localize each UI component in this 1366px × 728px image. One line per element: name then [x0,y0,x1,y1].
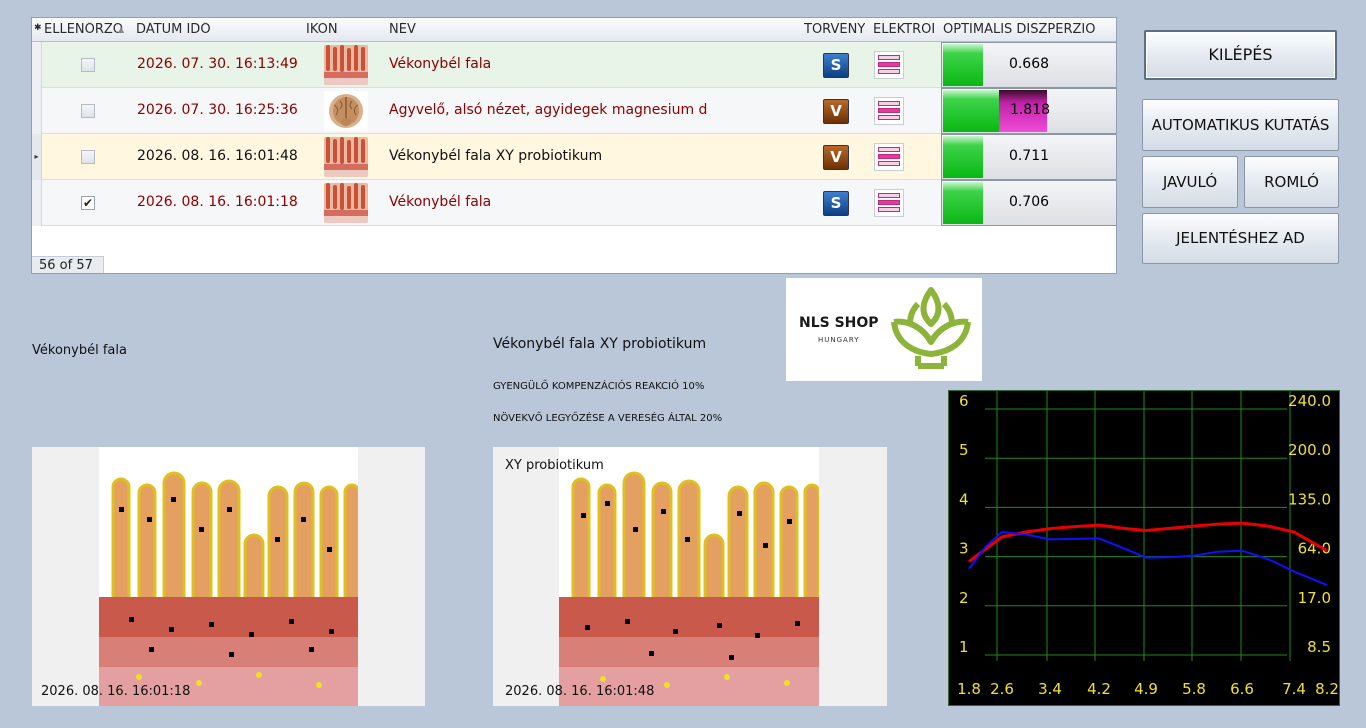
grid-header: ✱ ELLENŐRZÖ ▲ DÁTUM IDŐ IKON NÉV TÖRVÉNY… [32,18,1116,42]
lotus-logo-icon [891,287,971,369]
electro-graph-icon[interactable] [874,51,904,79]
spectrum-chart-svg: 1234568.517.064.0135.0200.0240.01.8 2.6 3.… [949,391,1339,705]
left-panel-title: Vékonybél fala [32,343,127,358]
right-image-timestamp: 2026. 08. 16. 16:01:48 [505,684,655,699]
law-s-button[interactable]: S [823,191,849,216]
chart-x-tick: 8.2 [1315,680,1339,698]
brain-icon [324,91,368,131]
row-checkbox-checked[interactable]: ✔ [81,196,95,210]
chart-y-left-tick: 1 [959,638,969,656]
law-v-button[interactable]: V [823,99,849,124]
exit-button[interactable]: KILÉPÉS [1144,30,1337,80]
chart-series-line [968,530,1328,587]
chart-x-tick: 4.9 [1134,680,1158,698]
row-selector[interactable] [32,42,42,88]
row-checkbox[interactable] [81,58,95,72]
dispersion-value: 1.818 [1009,102,1051,118]
law-s-button[interactable]: S [823,53,849,78]
improving-button[interactable]: JAVULÓ [1142,156,1238,208]
chart-y-left-tick: 4 [959,490,969,508]
dispersion-cell: 0.711 [941,134,1116,180]
chart-y-left-tick: 6 [959,392,969,410]
row-checkbox[interactable] [81,104,95,118]
chart-y-right-tick: 135.0 [1288,490,1331,508]
intestine-wall-icon [324,45,368,85]
results-grid: ✱ ELLENŐRZÖ ▲ DÁTUM IDŐ IKON NÉV TÖRVÉNY… [31,17,1117,274]
table-row[interactable]: ▸ 2026. 08. 16. 16:01:48 Vékonybél fala … [32,134,1116,180]
electro-graph-icon[interactable] [874,143,904,171]
dispersion-cell: 0.668 [941,42,1116,88]
row-selector[interactable] [32,88,42,134]
intestine-wall-icon [324,137,368,177]
row-date: 2026. 07. 30. 16:13:49 [137,56,298,72]
row-current-indicator[interactable]: ▸ [32,134,42,180]
chart-x-tick: 2.6 [990,680,1014,698]
right-image-label: XY probiotikum [505,458,604,473]
chart-y-left-tick: 5 [959,441,969,459]
row-date: 2026. 07. 30. 16:25:36 [137,102,298,118]
chart-y-right-tick: 240.0 [1288,392,1331,410]
chart-x-tick: 4.2 [1087,680,1111,698]
select-all-icon[interactable]: ✱ [34,23,42,33]
dispersion-value: 0.711 [1008,148,1050,164]
chart-x-tick: 5.8 [1182,680,1206,698]
electro-graph-icon[interactable] [874,189,904,217]
col-nev[interactable]: NÉV [389,22,416,37]
dispersion-cell: 1.818 [941,88,1116,134]
table-row[interactable]: 2026. 07. 30. 16:25:36 Agyvelő, alsó néz… [32,88,1116,134]
dispersion-bar [943,136,983,178]
analysis-note-1: GYENGÜLŐ KOMPENZÁCIÓS REAKCIÓ 10% [493,381,705,392]
electro-graph-icon[interactable] [874,97,904,125]
dispersion-cell: 0.706 [941,180,1116,226]
chart-y-right-tick: 8.5 [1307,638,1331,656]
automatic-research-button[interactable]: AUTOMATIKUS KUTATÁS [1142,99,1339,151]
row-date: 2026. 08. 16. 16:01:48 [137,148,298,164]
row-date: 2026. 08. 16. 16:01:18 [137,194,298,210]
intestine-wall-image [559,447,819,706]
row-name: Vékonybél fala XY probiotikum [389,148,603,164]
logo-text: NLS SHOP [799,315,879,331]
intestine-wall-icon [324,183,368,223]
tissue-image-right: XY probiotikum 2026. 08. 16. 16:01:48 [493,447,887,706]
chart-series-line [968,521,1328,563]
chart-x-tick: 6.6 [1230,680,1254,698]
analysis-note-2: NÖVEKVŐ LEGYŐZÉSE A VERESÉG ÁLTAL 20% [493,413,723,424]
col-datum[interactable]: DÁTUM IDŐ [136,22,211,37]
chart-y-left-tick: 3 [959,540,969,558]
table-row[interactable]: 2026. 07. 30. 16:13:49 Vékonybél fala S … [32,42,1116,88]
row-selector[interactable] [32,180,42,226]
spectrum-chart: 1 2 3 4 5 6 8.5 17.0 64.0 135.0 200.0 240.0 1.8 2.6 3.… [948,390,1340,706]
tissue-image-left: 2026. 08. 16. 16:01:18 [32,447,425,706]
law-v-button[interactable]: V [823,145,849,170]
col-torveny[interactable]: TÖRVÉNY [804,22,865,37]
intestine-wall-image [99,447,358,706]
logo-subtext: HUNGARY [818,336,860,344]
row-name: Vékonybél fala [389,194,492,210]
record-counter: 56 of 57 [32,256,104,273]
worsening-button[interactable]: ROMLÓ [1244,156,1339,208]
table-row[interactable]: ✔ 2026. 08. 16. 16:01:18 Vékonybél fala … [32,180,1116,226]
sort-arrow-icon: ▲ [118,25,125,34]
dispersion-bar [943,44,983,86]
col-ikon[interactable]: IKON [306,22,338,37]
right-panel-title: Vékonybél fala XY probiotikum [493,336,707,352]
dispersion-value: 0.668 [1008,56,1050,72]
nls-shop-logo: NLS SHOP HUNGARY [786,278,982,381]
row-name: Vékonybél fala [389,56,492,72]
col-elektro[interactable]: ELEKTROI [873,22,939,37]
chart-x-tick: 7.4 [1282,680,1306,698]
chart-x-tick: 3.4 [1038,680,1062,698]
add-to-report-button[interactable]: JELENTÉSHEZ AD [1142,213,1339,264]
col-ellenorzo[interactable]: ELLENŐRZÖ [44,22,128,37]
row-name: Agyvelő, alsó nézet, agyidegek magnesium… [389,102,708,118]
dispersion-bar [943,182,983,224]
col-diszperzio[interactable]: OPTIMÁLIS DISZPERZIÓ [943,22,1095,37]
dispersion-value: 0.706 [1008,194,1050,210]
chart-y-left-tick: 2 [959,589,969,607]
chart-y-right-tick: 17.0 [1298,589,1331,607]
left-image-timestamp: 2026. 08. 16. 16:01:18 [41,684,191,699]
chart-x-tick: 1.8 [957,680,981,698]
chart-y-right-tick: 200.0 [1288,441,1331,459]
row-checkbox[interactable] [81,150,95,164]
